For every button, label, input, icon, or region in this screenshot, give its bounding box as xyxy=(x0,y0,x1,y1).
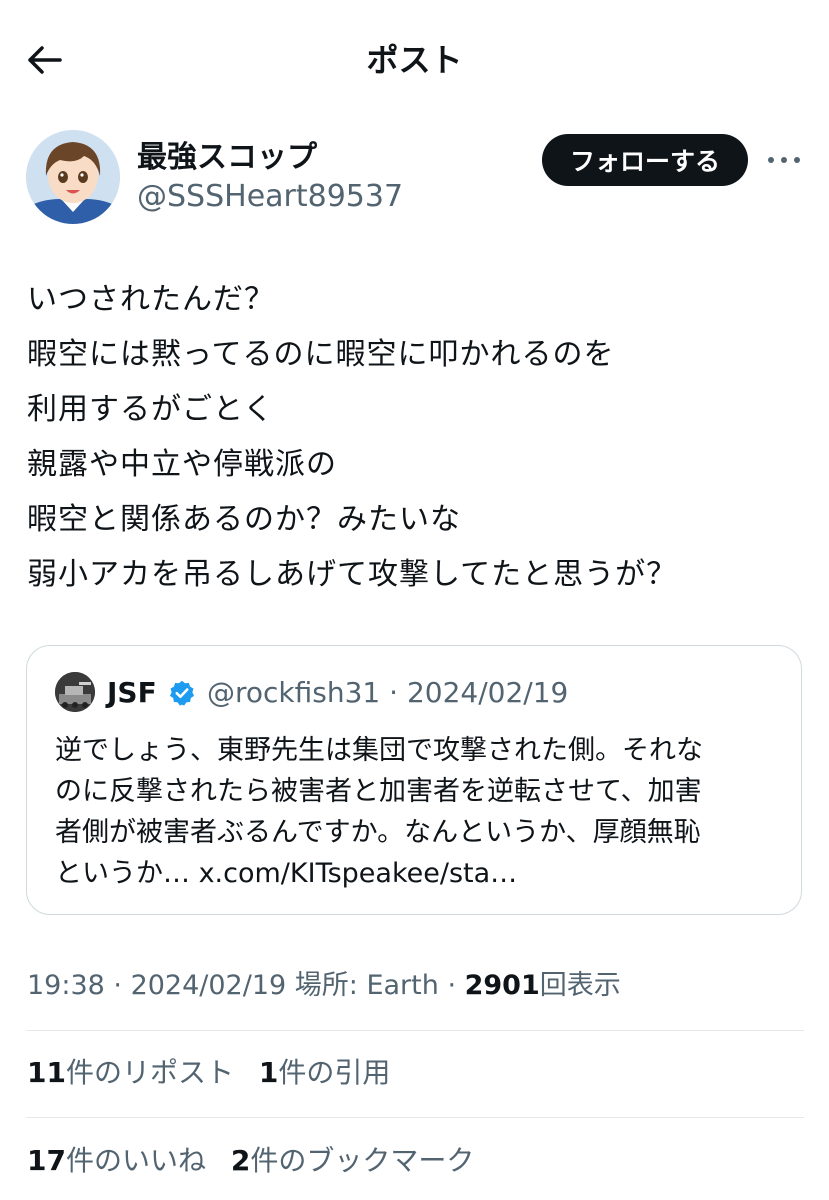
tweet-line: 弱小アカを吊るしあげて攻撃してたと思うが？ xyxy=(27,557,678,592)
post-metadata: 19:38 · 2024/02/19 場所: Earth · 2901回表示 xyxy=(27,964,621,1008)
bookmarks-stat[interactable]: 2件のブックマーク xyxy=(231,1139,475,1183)
quoted-author-name: JSF xyxy=(107,676,157,709)
divider xyxy=(26,1030,804,1031)
more-horizontal-icon xyxy=(768,157,800,163)
engagement-row-1: 11件のリポスト 1件の引用 xyxy=(27,1051,406,1095)
engagement-row-2: 17件のいいね 2件のブックマーク xyxy=(27,1139,490,1183)
author-display-name[interactable]: 最強スコップ xyxy=(137,138,317,178)
bookmarks-count: 2 xyxy=(230,1144,251,1177)
post-date[interactable]: 2024/02/19 xyxy=(131,970,287,1001)
page-title: ポスト xyxy=(366,41,463,79)
likes-label: 件のいいね xyxy=(65,1144,206,1177)
quoted-post-card[interactable]: JSF @rockfish31 · 2024/02/19 逆でしょう、東野先生は… xyxy=(26,645,802,915)
quoted-post-meta: @rockfish31 · 2024/02/19 xyxy=(207,676,569,709)
tweet-line: 暇空と関係あるのか？みたいな xyxy=(27,502,461,537)
likes-stat[interactable]: 17件のいいね xyxy=(27,1139,206,1183)
divider xyxy=(26,1117,804,1118)
more-options-button[interactable] xyxy=(764,145,804,175)
reposts-count: 11 xyxy=(27,1056,66,1089)
post-time[interactable]: 19:38 xyxy=(27,970,105,1001)
separator: · xyxy=(104,970,131,1001)
reposts-label: 件のリポスト xyxy=(65,1056,234,1089)
tweet-line: いつされたんだ？ xyxy=(27,282,275,317)
quoted-line: 逆でしょう、東野先生は集団で攻撃された側。それな xyxy=(55,735,703,766)
post-location: 場所: Earth xyxy=(286,970,439,1001)
quoted-line: 者側が被害者ぶるんですか。なんというか、厚顔無恥 xyxy=(55,817,701,848)
author-handle[interactable]: @SSSHeart89537 xyxy=(137,177,403,217)
tweet-line: 親露や中立や停戦派の xyxy=(27,447,337,482)
quoted-author-avatar xyxy=(55,672,95,712)
quotes-stat[interactable]: 1件の引用 xyxy=(259,1051,391,1095)
bookmarks-label: 件のブックマーク xyxy=(250,1144,475,1177)
tweet-line: 利用するがごとく xyxy=(27,392,275,427)
top-bar: ポスト xyxy=(0,0,829,120)
quoted-line: というか… x.com/KITspeakee/sta… xyxy=(55,858,518,889)
separator: · xyxy=(438,970,465,1001)
quotes-label: 件の引用 xyxy=(278,1056,391,1089)
follow-button[interactable]: フォローする xyxy=(542,134,748,186)
author-avatar[interactable] xyxy=(26,130,120,224)
views-count: 2901 xyxy=(464,970,540,1001)
quoted-line: のに反撃されたら被害者と加害者を逆転させて、加害 xyxy=(55,776,702,807)
quotes-count: 1 xyxy=(258,1056,279,1089)
verified-badge-icon xyxy=(169,680,195,706)
views-label: 回表示 xyxy=(539,970,621,1001)
tweet-text: いつされたんだ？ 暇空には黙ってるのに暇空に叩かれるのを 利用するがごとく 親露… xyxy=(27,272,807,602)
quoted-post-text: 逆でしょう、東野先生は集団で攻撃された側。それな のに反撃されたら被害者と加害者… xyxy=(55,730,785,894)
likes-count: 17 xyxy=(27,1144,66,1177)
reposts-stat[interactable]: 11件のリポスト xyxy=(27,1051,234,1095)
tweet-line: 暇空には黙ってるのに暇空に叩かれるのを xyxy=(27,337,615,372)
